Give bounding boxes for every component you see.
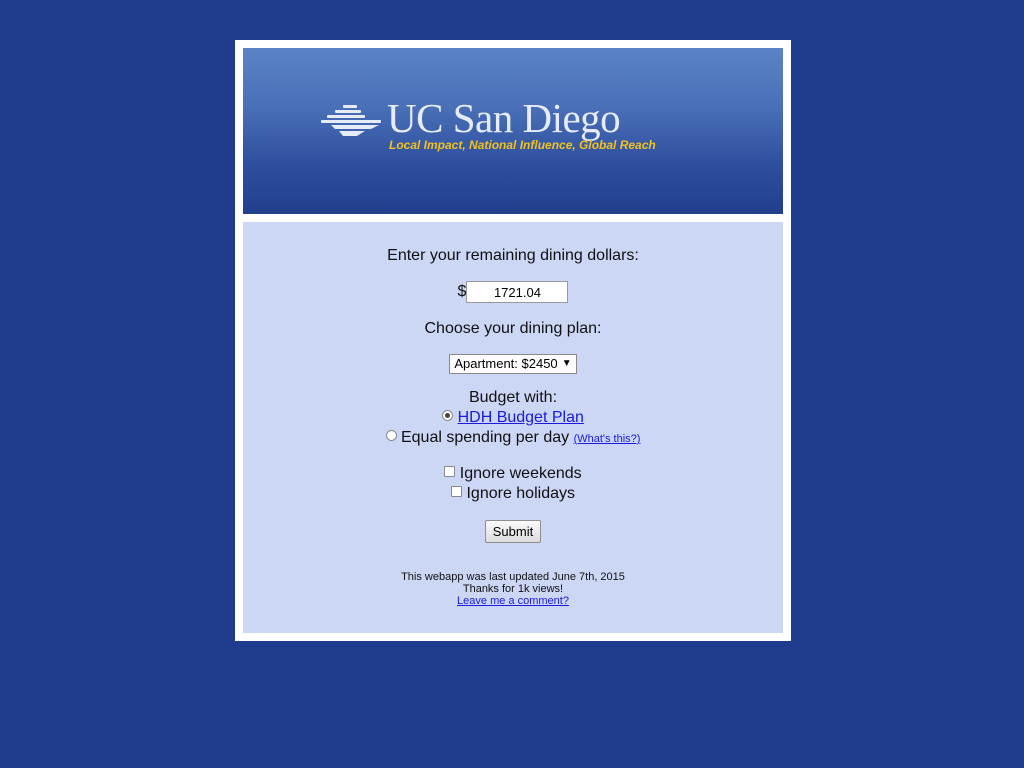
plan-select-row: Apartment: $2450 ▼ [243,354,783,374]
budget-option-equal-row: Equal spending per day (What's this?) [243,429,783,447]
currency-symbol: $ [457,283,467,300]
comment-link-row: Leave me a comment? [243,595,783,607]
logo-tagline: Local Impact, National Influence, Global… [389,138,656,152]
hdh-budget-radio[interactable] [442,410,454,421]
dining-dollars-input[interactable] [466,281,569,303]
submit-row: Submit [243,520,783,543]
ignore-holidays-row: Ignore holidays [243,485,783,503]
dining-plan-select[interactable]: Apartment: $2450 ▼ [449,354,577,374]
main-frame: UC San Diego Local Impact, National Infl… [235,40,791,641]
dollars-input-row: $ [243,281,783,303]
dining-plan-selected-value: Apartment: $2450 [454,356,558,371]
equal-spending-label: Equal spending per day [400,429,570,446]
header-banner: UC San Diego Local Impact, National Infl… [243,48,783,214]
dollars-prompt: Enter your remaining dining dollars: [387,247,639,264]
last-updated-text: This webapp was last updated June 7th, 2… [401,571,625,583]
budget-option-hdh-row: HDH Budget Plan [243,409,783,427]
whats-this-link[interactable]: (What's this?) [574,433,641,445]
ignore-weekends-label: Ignore weekends [459,465,582,482]
ignore-weekends-row: Ignore weekends [243,465,783,483]
submit-button[interactable]: Submit [484,520,542,543]
views-count-text: Thanks for 1k views! [462,583,564,595]
leave-comment-link[interactable]: Leave me a comment? [457,595,569,607]
chevron-down-icon: ▼ [561,358,572,369]
logo-wordmark: UC San Diego [387,95,621,141]
ignore-weekends-checkbox[interactable] [444,466,456,477]
uc-san-diego-logo-icon [321,105,381,136]
budget-prompt: Budget with: [468,389,558,406]
plan-prompt: Choose your dining plan: [424,320,602,337]
dining-form-panel: Enter your remaining dining dollars: $ C… [243,222,783,633]
equal-spending-radio[interactable] [385,430,397,441]
ignore-holidays-checkbox[interactable] [451,486,463,497]
ignore-holidays-label: Ignore holidays [466,485,575,502]
hdh-budget-plan-link[interactable]: HDH Budget Plan [458,409,584,426]
